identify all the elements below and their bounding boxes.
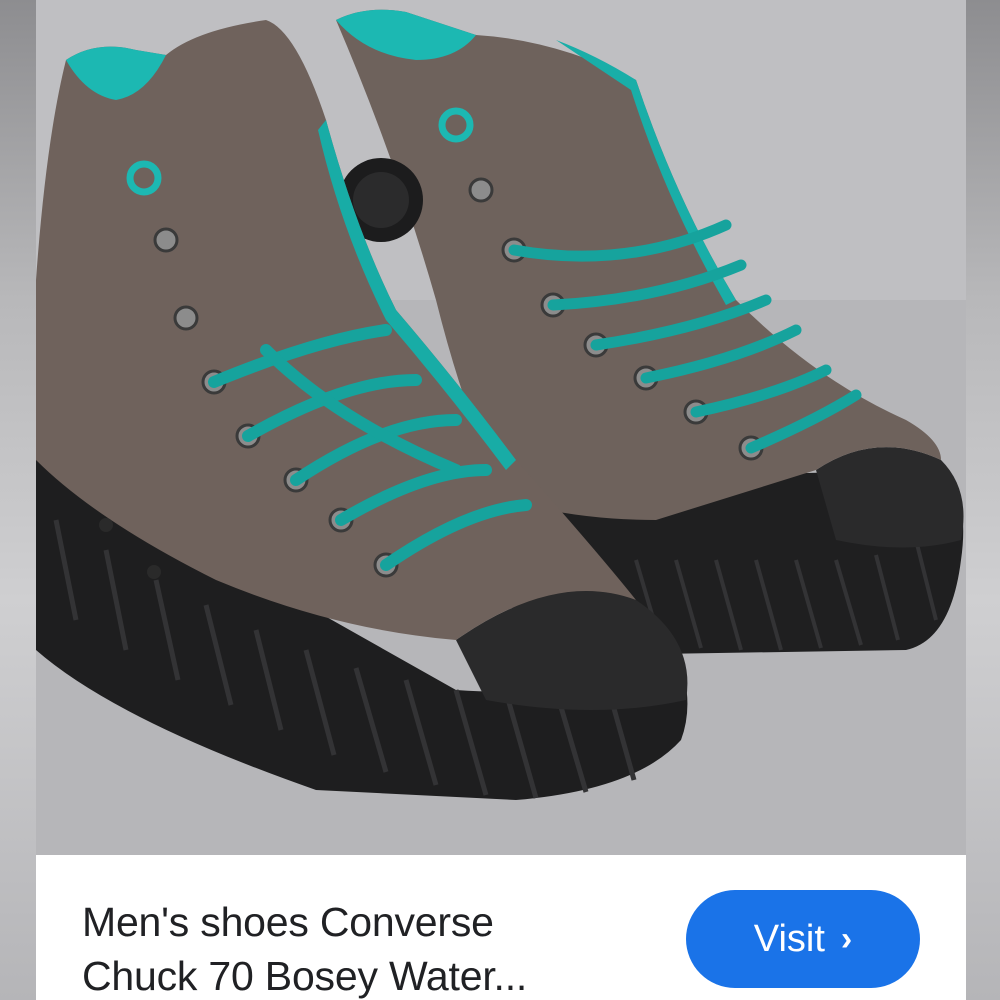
- sneakers-illustration: [36, 0, 966, 855]
- blurred-backdrop-left: [0, 0, 36, 1000]
- product-card[interactable]: Men's shoes Converse Chuck 70 Bosey Wate…: [36, 0, 966, 1000]
- product-title-line-2: Chuck 70 Bosey Water...: [82, 953, 528, 999]
- product-caption: Men's shoes Converse Chuck 70 Bosey Wate…: [36, 855, 966, 1000]
- product-image[interactable]: [36, 0, 966, 855]
- product-title[interactable]: Men's shoes Converse Chuck 70 Bosey Wate…: [82, 895, 662, 1000]
- visit-button[interactable]: Visit ›: [686, 890, 920, 988]
- blurred-backdrop-right: [966, 0, 1000, 1000]
- visit-button-label: Visit: [753, 917, 825, 960]
- chevron-right-icon: ›: [840, 919, 853, 958]
- product-title-line-1: Men's shoes Converse: [82, 899, 494, 945]
